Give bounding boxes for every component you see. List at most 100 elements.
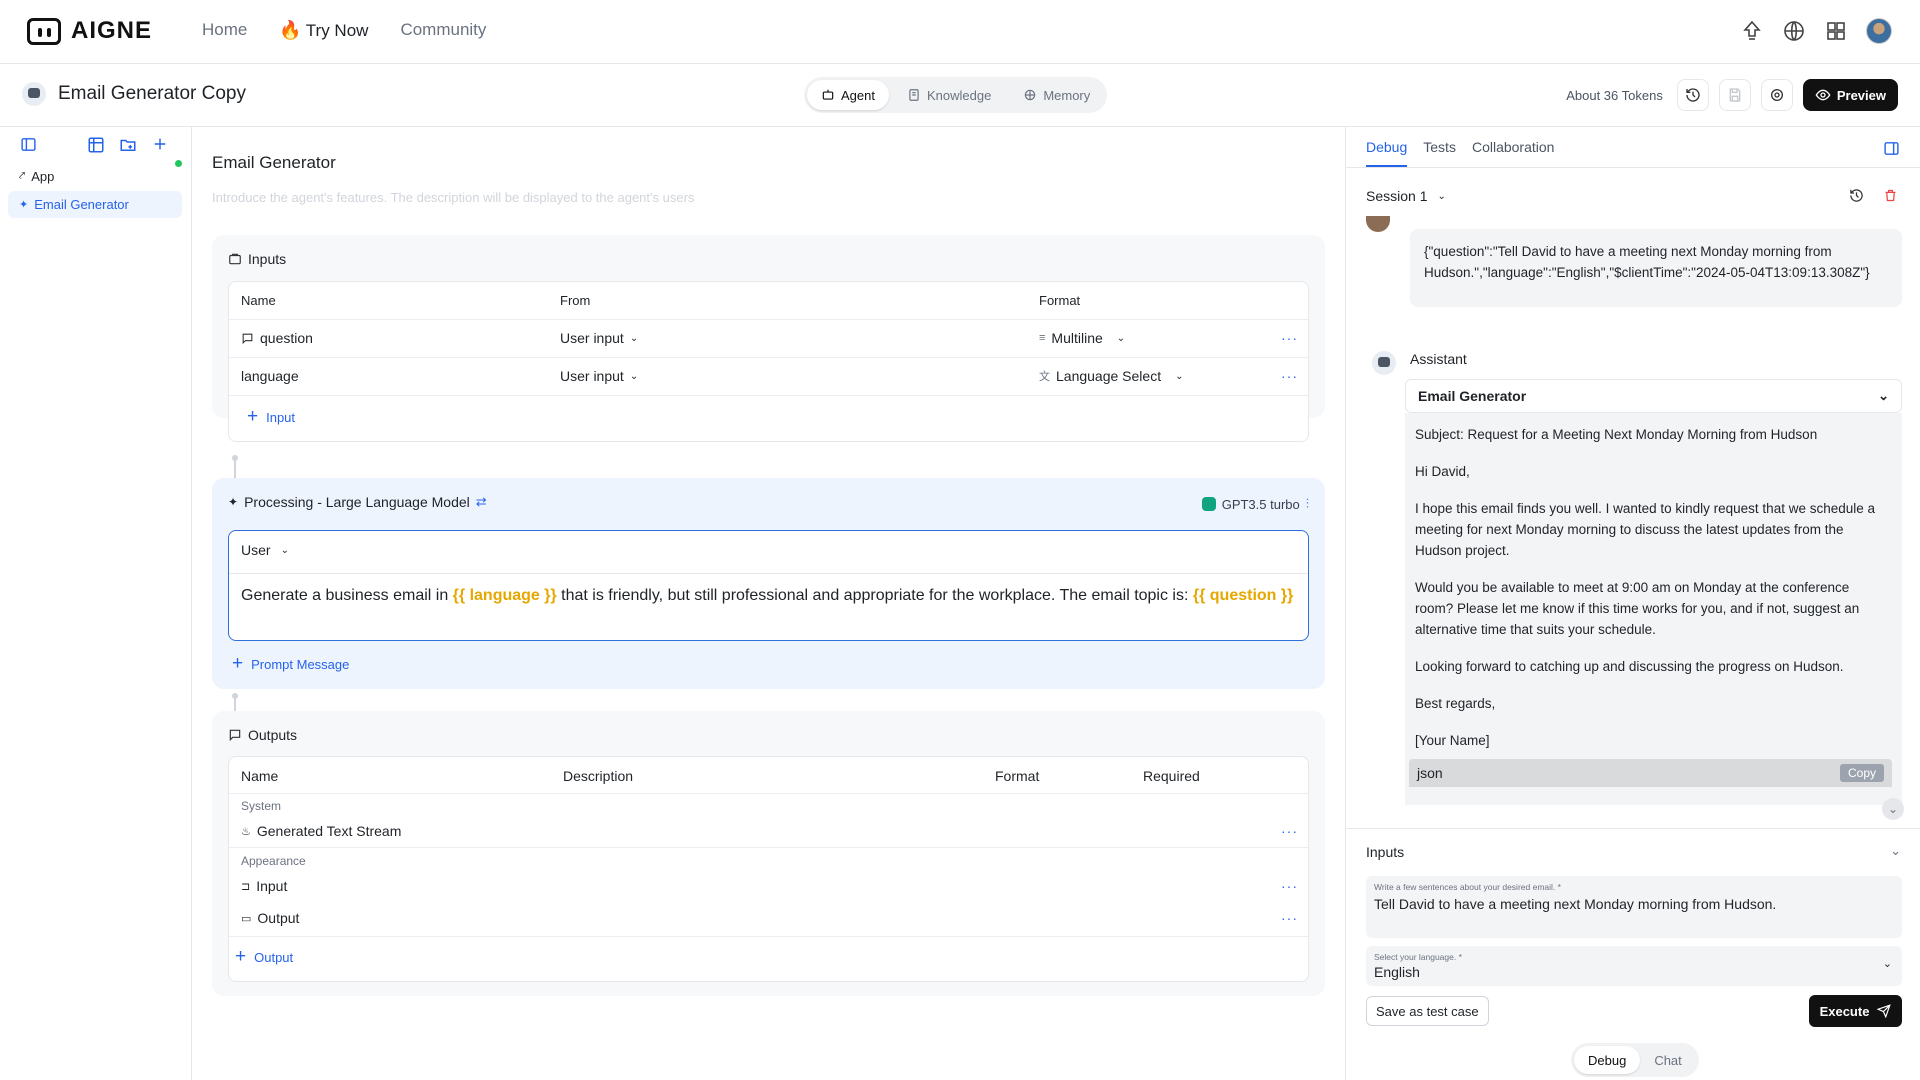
tab-knowledge-label: Knowledge (926, 87, 992, 103)
history-icon[interactable] (1849, 188, 1864, 203)
prompt-text: Generate a business email in (241, 587, 453, 604)
user-message: {"question":"Tell David to have a meetin… (1410, 229, 1902, 307)
tab-debug[interactable]: Debug (1366, 139, 1408, 167)
outputs-title: Outputs (248, 727, 298, 743)
format-select[interactable]: ≡ Multiline ⌄ (1039, 330, 1125, 346)
format-select[interactable]: 文 Language Select ⌄ (1039, 368, 1183, 384)
copy-button[interactable]: Copy (1839, 764, 1884, 782)
language-select-field[interactable]: Select your language. * English ⌄ (1366, 946, 1902, 986)
tab-collaboration[interactable]: Collaboration (1472, 139, 1555, 167)
add-output-label: Output (254, 949, 294, 965)
prompt-editor[interactable]: Generate a business email in {{ language… (241, 583, 1301, 608)
globe-icon[interactable] (1782, 19, 1806, 43)
processing-section: ✦ Processing - Large Language Model ⇄ GP… (212, 478, 1325, 689)
mode-chat[interactable]: Chat (1640, 1046, 1695, 1074)
from-select[interactable]: User input ⌄ (560, 368, 638, 384)
tab-tests[interactable]: Tests (1423, 139, 1456, 167)
email-line: [Your Name] (1415, 733, 1490, 748)
upgrade-icon[interactable] (1740, 19, 1764, 43)
history-button[interactable] (1676, 79, 1709, 111)
agent-output-value: Email Generator (1418, 388, 1527, 404)
more-options-icon[interactable]: ··· (1281, 368, 1298, 384)
field-label: Select your language. * (1374, 952, 1462, 962)
more-options-icon[interactable]: ··· (1281, 823, 1298, 839)
execute-button[interactable]: Execute (1809, 995, 1902, 1027)
more-options-icon[interactable]: ··· (1281, 878, 1298, 894)
assistant-label: Assistant (1410, 351, 1467, 367)
project-actions: About 36 Tokens Preview (1566, 79, 1898, 111)
apps-grid-icon[interactable] (1824, 19, 1848, 43)
from-value: User input (560, 368, 624, 384)
add-input-button[interactable]: + Input (247, 406, 295, 428)
logo[interactable]: AIGNE (27, 17, 152, 45)
user-avatar[interactable] (1866, 18, 1892, 44)
delete-icon[interactable] (1883, 188, 1898, 203)
logo-icon (27, 17, 61, 45)
outputs-section: Outputs Name Description Format Required… (212, 711, 1325, 996)
sidebar-toggle-icon[interactable] (20, 136, 37, 153)
panel-toggle-icon[interactable] (1883, 140, 1900, 157)
top-nav: AIGNE Home 🔥 Try Now Community (0, 0, 1920, 64)
tab-knowledge[interactable]: Knowledge (893, 80, 1005, 110)
new-folder-icon[interactable] (119, 136, 137, 154)
table-row: ▭ Output ··· (229, 906, 1308, 932)
column-header: Format (995, 768, 1040, 784)
sidebar-item-app[interactable]: ⤤ App (8, 163, 182, 190)
save-test-case-button[interactable]: Save as test case (1366, 996, 1489, 1026)
flame-icon: 🔥 (279, 20, 302, 40)
knowledge-icon (909, 89, 919, 101)
nav-community[interactable]: Community (400, 20, 486, 41)
email-line: Would you be available to meet at 9:00 a… (1415, 580, 1860, 637)
swap-icon[interactable]: ⇄ (476, 494, 487, 510)
output-name-cell[interactable]: ♨ Generated Text Stream (241, 823, 401, 839)
chevron-down-icon: ⌄ (629, 370, 639, 382)
app-icon: ⤤ (19, 170, 26, 182)
agent-title[interactable]: Email Generator (212, 153, 336, 173)
output-name-cell[interactable]: ▭ Output (241, 910, 299, 926)
save-button[interactable] (1718, 79, 1751, 111)
column-header: Name (241, 293, 276, 308)
inputs-panel-title: Inputs (1366, 844, 1405, 860)
session-select[interactable]: Session 1 ⌄ (1366, 188, 1446, 204)
plus-icon: + (247, 406, 259, 427)
input-name-cell[interactable]: language (241, 368, 299, 384)
divider (229, 936, 1308, 937)
tab-memory[interactable]: Memory (1009, 80, 1104, 110)
sidebar-item-email-generator[interactable]: ✦ Email Generator (8, 191, 182, 218)
mode-debug[interactable]: Debug (1574, 1046, 1641, 1074)
email-topic-field[interactable]: Write a few sentences about your desired… (1366, 876, 1902, 938)
chevron-down-icon: ⌄ (1882, 958, 1892, 970)
model-selector[interactable]: GPT3.5 turbo ⫶ (1201, 496, 1309, 512)
prompt-message: User ⌄ Generate a business email in {{ l… (228, 530, 1309, 641)
role-select[interactable]: User ⌄ (241, 542, 289, 558)
preview-button[interactable]: Preview (1802, 79, 1898, 111)
project-title[interactable]: Email Generator Copy (58, 83, 246, 105)
tab-agent[interactable]: Agent (807, 80, 889, 110)
settings-button[interactable] (1760, 79, 1793, 111)
add-icon[interactable] (152, 136, 168, 152)
outputs-table: Name Description Format Required System … (228, 756, 1309, 982)
output-name: Generated Text Stream (256, 823, 402, 839)
scroll-down-button[interactable]: ⌄ (1882, 798, 1904, 820)
column-header: From (560, 293, 591, 308)
table-row: ⊐ Input ··· (229, 874, 1308, 900)
nav-home[interactable]: Home (202, 20, 247, 41)
nav-try-now[interactable]: 🔥 Try Now (279, 20, 368, 41)
new-table-icon[interactable] (87, 136, 105, 154)
table-header-row: Name From Format (229, 282, 1308, 319)
more-options-icon[interactable]: ··· (1281, 330, 1298, 346)
more-options-icon[interactable]: ··· (1281, 910, 1298, 926)
collapse-icon[interactable]: ⌄ (1890, 843, 1901, 859)
send-icon (1877, 1004, 1892, 1018)
column-header: Description (563, 768, 634, 784)
agent-output-select[interactable]: Email Generator ⌄ (1405, 379, 1902, 413)
add-prompt-message-button[interactable]: + Prompt Message (232, 653, 349, 675)
from-select[interactable]: User input ⌄ (560, 330, 638, 346)
output-name-cell[interactable]: ⊐ Input (241, 878, 287, 894)
history-icon (1686, 88, 1700, 102)
agent-description-input[interactable]: Introduce the agent's features. The desc… (212, 190, 694, 205)
email-line: Best regards, (1415, 696, 1496, 711)
outputs-header: Outputs (228, 727, 297, 743)
add-output-button[interactable]: + Output (235, 946, 293, 968)
input-name-cell[interactable]: question (241, 330, 313, 346)
